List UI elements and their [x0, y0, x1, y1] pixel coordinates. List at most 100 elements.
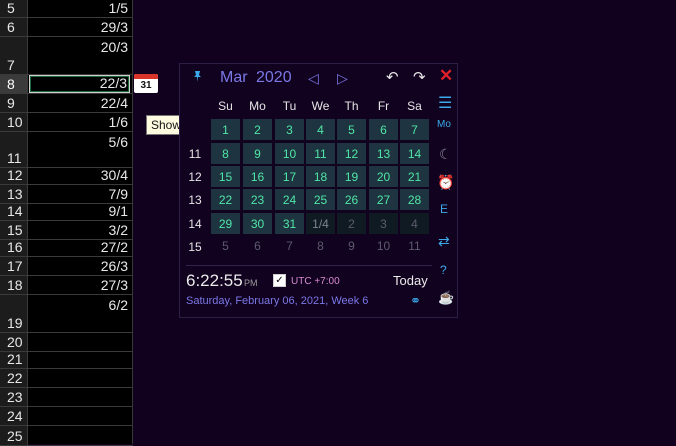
row-number[interactable]: 5 — [0, 0, 28, 17]
day-cell[interactable]: 1 — [210, 118, 241, 141]
row-number[interactable]: 14 — [0, 203, 28, 220]
row-number[interactable]: 11 — [0, 132, 28, 167]
day-cell[interactable]: 9 — [336, 235, 367, 258]
day-cell[interactable]: 23 — [242, 188, 273, 211]
day-cell[interactable]: 10 — [368, 235, 399, 258]
next-month-icon[interactable]: ▷ — [337, 70, 348, 87]
day-cell[interactable]: 15 — [210, 165, 241, 188]
menu-icon[interactable]: ☰ — [438, 93, 452, 113]
sheet-cell[interactable] — [29, 407, 130, 425]
day-cell[interactable]: 6 — [368, 118, 399, 141]
sheet-cell[interactable]: 3/2 — [29, 221, 130, 239]
day-cell[interactable]: 29 — [210, 212, 241, 235]
day-cell[interactable]: 14 — [399, 142, 430, 165]
day-cell[interactable]: 13 — [368, 142, 399, 165]
day-cell[interactable]: 20 — [368, 165, 399, 188]
day-cell[interactable]: 22 — [210, 188, 241, 211]
utc-checkbox[interactable]: ✓ — [273, 274, 286, 287]
row-number[interactable]: 21 — [0, 351, 28, 368]
day-cell[interactable]: 19 — [336, 165, 367, 188]
swap-icon[interactable]: ⇄ — [438, 233, 450, 250]
day-cell[interactable]: 3 — [274, 118, 305, 141]
sheet-cell[interactable]: 20/3 — [29, 37, 130, 74]
row-number[interactable]: 6 — [0, 18, 28, 36]
sheet-cell[interactable]: 27/3 — [29, 276, 130, 294]
sheet-cell[interactable]: 22/4 — [29, 94, 130, 112]
event-toggle[interactable]: E — [440, 202, 448, 216]
day-cell[interactable]: 18 — [305, 165, 336, 188]
row-number[interactable]: 18 — [0, 276, 28, 294]
close-icon[interactable]: ✕ — [439, 66, 453, 86]
sheet-cell[interactable]: 22/3 — [29, 75, 130, 93]
sheet-cell[interactable]: 7/9 — [29, 185, 130, 203]
year-label[interactable]: 2020 — [256, 69, 292, 87]
day-cell[interactable]: 9 — [242, 142, 273, 165]
row-number[interactable]: 24 — [0, 407, 28, 425]
coffee-icon[interactable]: ☕ — [438, 290, 454, 306]
sheet-cell[interactable]: 9/1 — [29, 203, 130, 220]
sheet-cell[interactable]: 29/3 — [29, 18, 130, 36]
row-number[interactable]: 8 — [0, 75, 28, 93]
alarm-icon[interactable]: ⏰ — [437, 174, 454, 191]
row-number[interactable]: 9 — [0, 94, 28, 112]
today-button[interactable]: Today — [393, 273, 428, 288]
day-cell[interactable]: 6 — [242, 235, 273, 258]
sheet-cell[interactable]: 5/6 — [29, 132, 130, 167]
row-number[interactable]: 13 — [0, 185, 28, 203]
day-cell[interactable]: 10 — [274, 142, 305, 165]
day-cell[interactable]: 25 — [305, 188, 336, 211]
pin-icon[interactable] — [191, 70, 204, 87]
row-number[interactable]: 16 — [0, 239, 28, 256]
row-number[interactable]: 7 — [0, 37, 28, 74]
day-cell[interactable]: 11 — [399, 235, 430, 258]
day-cell[interactable]: 24 — [274, 188, 305, 211]
day-cell[interactable]: 16 — [242, 165, 273, 188]
day-cell[interactable]: 12 — [336, 142, 367, 165]
day-cell[interactable]: 17 — [274, 165, 305, 188]
sheet-cell[interactable]: 26/3 — [29, 257, 130, 275]
day-cell[interactable]: 7 — [274, 235, 305, 258]
row-number[interactable]: 22 — [0, 369, 28, 387]
day-cell[interactable]: 21 — [399, 165, 430, 188]
day-cell[interactable]: 2 — [336, 212, 367, 235]
day-cell[interactable]: 11 — [305, 142, 336, 165]
day-cell[interactable]: 4 — [305, 118, 336, 141]
day-cell[interactable]: 30 — [242, 212, 273, 235]
redo-icon[interactable]: ↷ — [413, 68, 426, 86]
sheet-cell[interactable]: 1/5 — [29, 0, 130, 17]
day-cell[interactable]: 26 — [336, 188, 367, 211]
day-cell[interactable]: 8 — [210, 142, 241, 165]
row-number[interactable]: 23 — [0, 388, 28, 406]
moon-icon[interactable]: ☾ — [439, 146, 452, 163]
sheet-cell[interactable]: 6/2 — [29, 295, 130, 332]
row-number[interactable]: 12 — [0, 167, 28, 184]
sheet-cell[interactable] — [29, 369, 130, 387]
day-cell[interactable]: 4 — [399, 212, 430, 235]
sheet-cell[interactable] — [29, 388, 130, 406]
undo-icon[interactable]: ↶ — [386, 68, 399, 86]
day-cell[interactable]: 8 — [305, 235, 336, 258]
day-cell[interactable]: 5 — [336, 118, 367, 141]
row-number[interactable]: 20 — [0, 333, 28, 351]
day-cell[interactable]: 28 — [399, 188, 430, 211]
row-number[interactable]: 25 — [0, 426, 28, 445]
prev-month-icon[interactable]: ◁ — [308, 70, 319, 87]
day-cell[interactable]: 5 — [210, 235, 241, 258]
day-cell[interactable]: 3 — [368, 212, 399, 235]
week-start-toggle[interactable]: Mo — [437, 119, 451, 130]
row-number[interactable]: 19 — [0, 295, 28, 332]
day-cell[interactable]: 7 — [399, 118, 430, 141]
show-calendar-button[interactable]: 31 — [134, 74, 158, 93]
sheet-cell[interactable] — [29, 426, 130, 445]
day-cell[interactable]: 1/4 — [305, 212, 336, 235]
row-number[interactable]: 15 — [0, 221, 28, 239]
sheet-cell[interactable]: 27/2 — [29, 239, 130, 256]
day-cell[interactable]: 2 — [242, 118, 273, 141]
month-label[interactable]: Mar — [220, 69, 248, 87]
row-number[interactable]: 10 — [0, 113, 28, 131]
link-icon[interactable]: ⚭ — [410, 293, 421, 309]
day-cell[interactable]: 31 — [274, 212, 305, 235]
help-icon[interactable]: ? — [440, 263, 447, 277]
sheet-cell[interactable]: 1/6 — [29, 113, 130, 131]
sheet-cell[interactable]: 30/4 — [29, 167, 130, 184]
